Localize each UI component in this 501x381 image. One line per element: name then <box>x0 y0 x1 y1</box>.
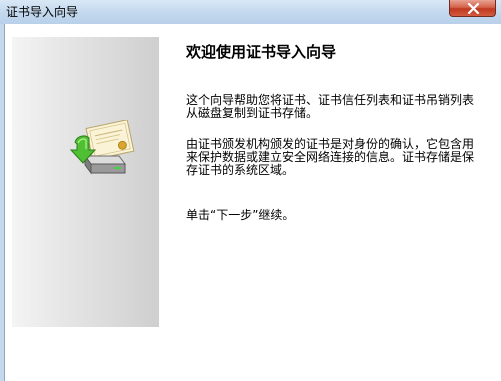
description-paragraph: 由证书颁发机构颁发的证书是对身份的确认，它包含用来保护数据或建立安全网络连接的信… <box>186 137 475 177</box>
title-bar[interactable]: 证书导入向导 <box>0 0 501 24</box>
window-title: 证书导入向导 <box>6 5 79 19</box>
next-instruction: 单击“下一步”继续。 <box>186 208 295 222</box>
wizard-heading: 欢迎使用证书导入向导 <box>186 43 337 61</box>
intro-paragraph: 这个向导帮助您将证书、证书信任列表和证书吊销列表从磁盘复制到证书存储。 <box>186 93 475 120</box>
close-icon <box>467 3 480 14</box>
close-button[interactable] <box>449 0 496 17</box>
wizard-side-panel <box>12 37 159 327</box>
certificate-import-icon <box>69 120 135 175</box>
